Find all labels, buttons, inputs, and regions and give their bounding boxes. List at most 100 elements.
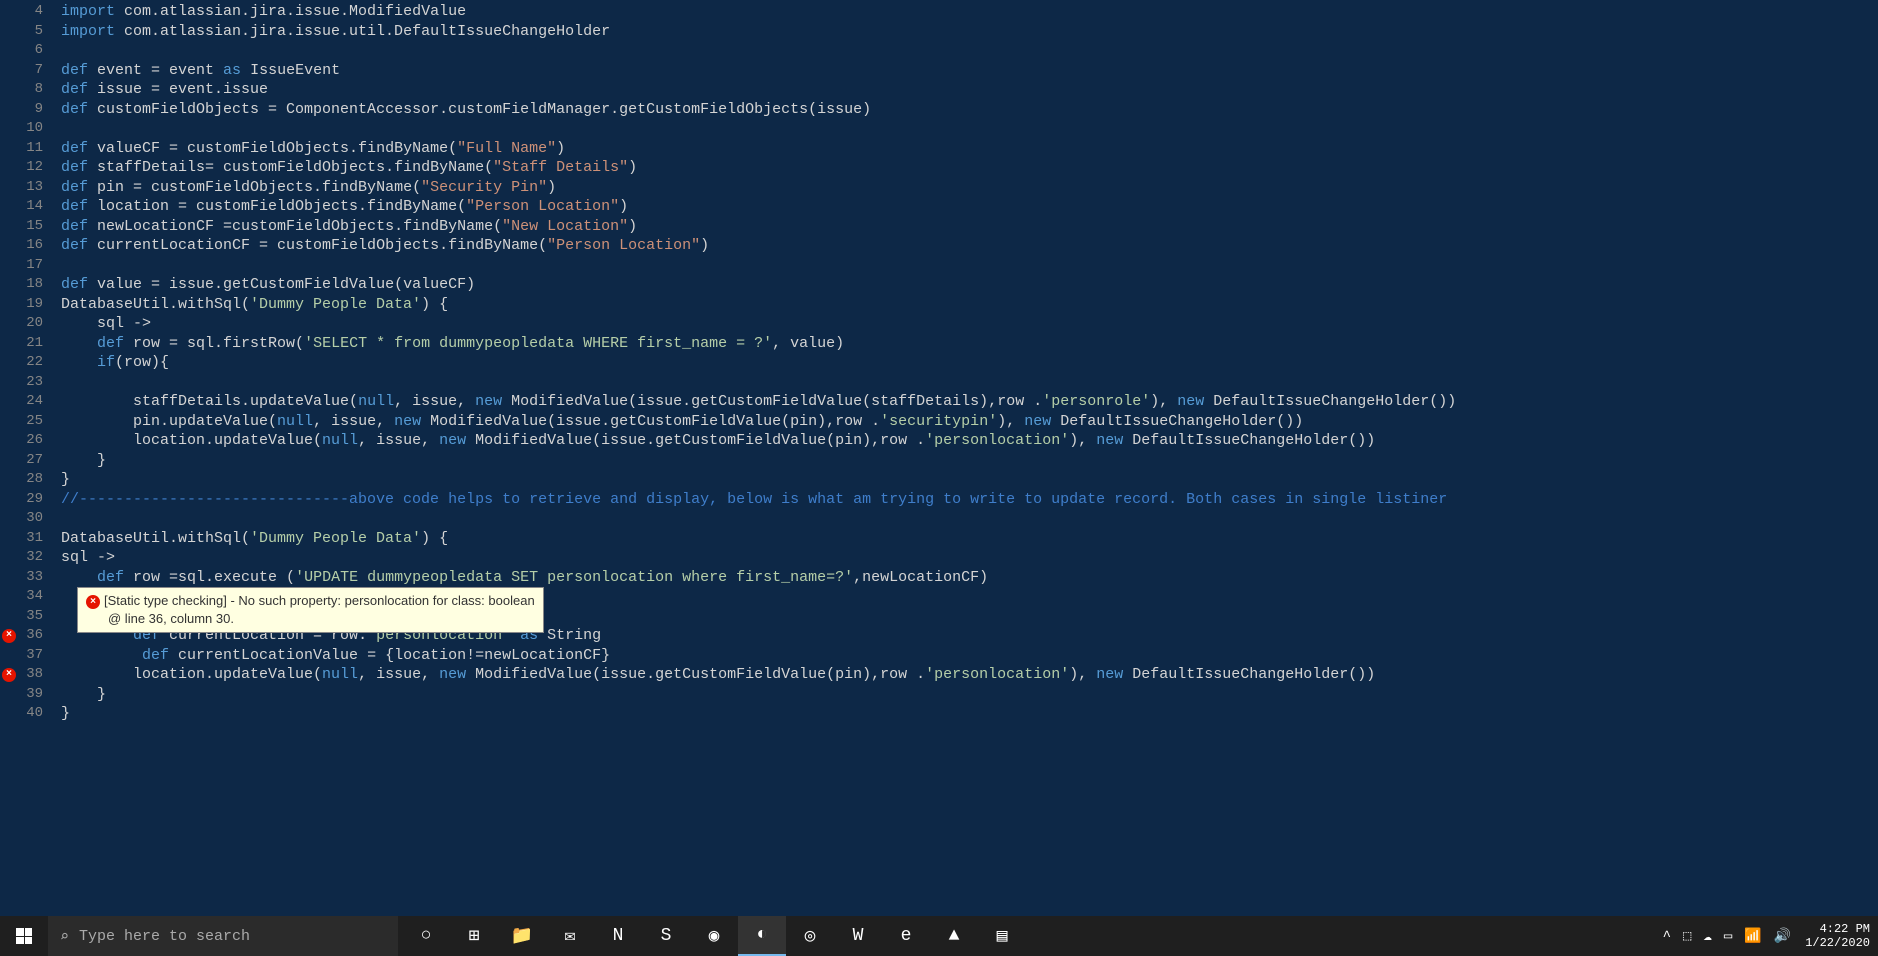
- line-number: 15: [0, 217, 43, 237]
- code-line[interactable]: def valueCF = customFieldObjects.findByN…: [61, 139, 1878, 159]
- error-marker-icon[interactable]: ×: [2, 629, 16, 643]
- code-line[interactable]: [61, 41, 1878, 61]
- tooltip-message: [Static type checking] - No such propert…: [104, 593, 535, 608]
- taskbar-item-taskview[interactable]: ⊞: [450, 916, 498, 956]
- code-line[interactable]: if(row){: [61, 353, 1878, 373]
- clock[interactable]: 4:22 PM 1/22/2020: [1805, 922, 1870, 951]
- line-number: 11: [0, 139, 43, 159]
- line-number: 7: [0, 61, 43, 81]
- line-number: 28: [0, 470, 43, 490]
- code-line[interactable]: def issue = event.issue: [61, 80, 1878, 100]
- code-line[interactable]: }: [61, 470, 1878, 490]
- line-number: 14: [0, 197, 43, 217]
- taskbar-item-cortana[interactable]: ○: [402, 916, 450, 956]
- code-line[interactable]: sql ->: [61, 548, 1878, 568]
- line-number: 20: [0, 314, 43, 334]
- search-icon: ⌕: [60, 927, 69, 946]
- code-line[interactable]: def row =sql.execute ('UPDATE dummypeopl…: [61, 568, 1878, 588]
- code-line[interactable]: pin.updateValue(null, issue, new Modifie…: [61, 412, 1878, 432]
- tray-icon[interactable]: ▭: [1724, 929, 1732, 945]
- line-number: 9: [0, 100, 43, 120]
- line-number: 18: [0, 275, 43, 295]
- tray-icon[interactable]: ☁: [1703, 929, 1711, 945]
- line-number: 33: [0, 568, 43, 588]
- line-number: 39: [0, 685, 43, 705]
- code-line[interactable]: }: [61, 451, 1878, 471]
- tooltip-location: @ line 36, column 30.: [108, 611, 234, 626]
- windows-icon: [16, 928, 32, 944]
- line-number: 17: [0, 256, 43, 276]
- taskbar-item-edge[interactable]: e: [882, 916, 930, 956]
- code-line[interactable]: def newLocationCF =customFieldObjects.fi…: [61, 217, 1878, 237]
- code-line[interactable]: }: [61, 704, 1878, 724]
- line-gutter: 4567891011121314151617181920212223242526…: [0, 0, 55, 916]
- line-number: 40: [0, 704, 43, 724]
- line-number: 12: [0, 158, 43, 178]
- code-line[interactable]: import com.atlassian.jira.issue.util.Def…: [61, 22, 1878, 42]
- tray-icon[interactable]: ⬚: [1683, 929, 1691, 945]
- line-number: 23: [0, 373, 43, 393]
- line-number: 24: [0, 392, 43, 412]
- code-line[interactable]: staffDetails.updateValue(null, issue, ne…: [61, 392, 1878, 412]
- code-line[interactable]: def currentLocationCF = customFieldObjec…: [61, 236, 1878, 256]
- code-line[interactable]: def location = customFieldObjects.findBy…: [61, 197, 1878, 217]
- code-line[interactable]: import com.atlassian.jira.issue.Modified…: [61, 2, 1878, 22]
- line-number: 19: [0, 295, 43, 315]
- code-line[interactable]: DatabaseUtil.withSql('Dummy People Data'…: [61, 529, 1878, 549]
- taskbar-item-app2[interactable]: ◎: [786, 916, 834, 956]
- line-number: 32: [0, 548, 43, 568]
- tray-icon[interactable]: 📶: [1744, 929, 1761, 945]
- line-number: 26: [0, 431, 43, 451]
- taskbar-items: ○⊞📁✉NS◉◐◎We▲▤: [402, 916, 1026, 956]
- taskbar-item-notes[interactable]: ▤: [978, 916, 1026, 956]
- tray-icon[interactable]: 🔊: [1774, 929, 1791, 945]
- taskbar-item-word[interactable]: W: [834, 916, 882, 956]
- taskbar: ⌕ Type here to search ○⊞📁✉NS◉◐◎We▲▤ ^ ⬚ ☁ ▭…: [0, 916, 1878, 956]
- error-icon: ×: [86, 595, 100, 609]
- line-number: 5: [0, 22, 43, 42]
- code-line[interactable]: //------------------------------above co…: [61, 490, 1878, 510]
- tray-icon[interactable]: ^: [1663, 929, 1671, 945]
- line-number: 22: [0, 353, 43, 373]
- line-number: 27: [0, 451, 43, 471]
- line-number: 25: [0, 412, 43, 432]
- code-line[interactable]: def event = event as IssueEvent: [61, 61, 1878, 81]
- line-number: 6: [0, 41, 43, 61]
- taskbar-item-chrome[interactable]: ◐: [738, 916, 786, 956]
- code-line[interactable]: def staffDetails= customFieldObjects.fin…: [61, 158, 1878, 178]
- code-editor[interactable]: 4567891011121314151617181920212223242526…: [0, 0, 1878, 916]
- code-line[interactable]: def customFieldObjects = ComponentAccess…: [61, 100, 1878, 120]
- code-line[interactable]: [61, 373, 1878, 393]
- code-line[interactable]: def value = issue.getCustomFieldValue(va…: [61, 275, 1878, 295]
- code-line[interactable]: [61, 256, 1878, 276]
- error-marker-icon[interactable]: ×: [2, 668, 16, 682]
- code-line[interactable]: sql ->: [61, 314, 1878, 334]
- taskbar-item-onenote[interactable]: N: [594, 916, 642, 956]
- code-line[interactable]: DatabaseUtil.withSql('Dummy People Data'…: [61, 295, 1878, 315]
- error-tooltip: × [Static type checking] - No such proper…: [77, 587, 544, 633]
- date: 1/22/2020: [1805, 936, 1870, 950]
- code-area[interactable]: import com.atlassian.jira.issue.Modified…: [55, 0, 1878, 916]
- line-number: 21: [0, 334, 43, 354]
- search-box[interactable]: ⌕ Type here to search: [48, 916, 398, 956]
- code-line[interactable]: def pin = customFieldObjects.findByName(…: [61, 178, 1878, 198]
- start-button[interactable]: [0, 916, 48, 956]
- line-number: 13: [0, 178, 43, 198]
- taskbar-item-sublime[interactable]: S: [642, 916, 690, 956]
- code-line[interactable]: [61, 509, 1878, 529]
- code-line[interactable]: location.updateValue(null, issue, new Mo…: [61, 431, 1878, 451]
- code-line[interactable]: location.updateValue(null, issue, new Mo…: [61, 665, 1878, 685]
- taskbar-item-app1[interactable]: ◉: [690, 916, 738, 956]
- code-line[interactable]: def row = sql.firstRow('SELECT * from du…: [61, 334, 1878, 354]
- code-line[interactable]: }: [61, 685, 1878, 705]
- taskbar-item-photos[interactable]: ▲: [930, 916, 978, 956]
- line-number: 31: [0, 529, 43, 549]
- line-number: 16: [0, 236, 43, 256]
- code-line[interactable]: [61, 119, 1878, 139]
- code-line[interactable]: def currentLocationValue = {location!=ne…: [61, 646, 1878, 666]
- taskbar-item-mail[interactable]: ✉: [546, 916, 594, 956]
- line-number: 4: [0, 2, 43, 22]
- line-number: 35: [0, 607, 43, 627]
- taskbar-item-explorer[interactable]: 📁: [498, 916, 546, 956]
- time: 4:22 PM: [1805, 922, 1870, 936]
